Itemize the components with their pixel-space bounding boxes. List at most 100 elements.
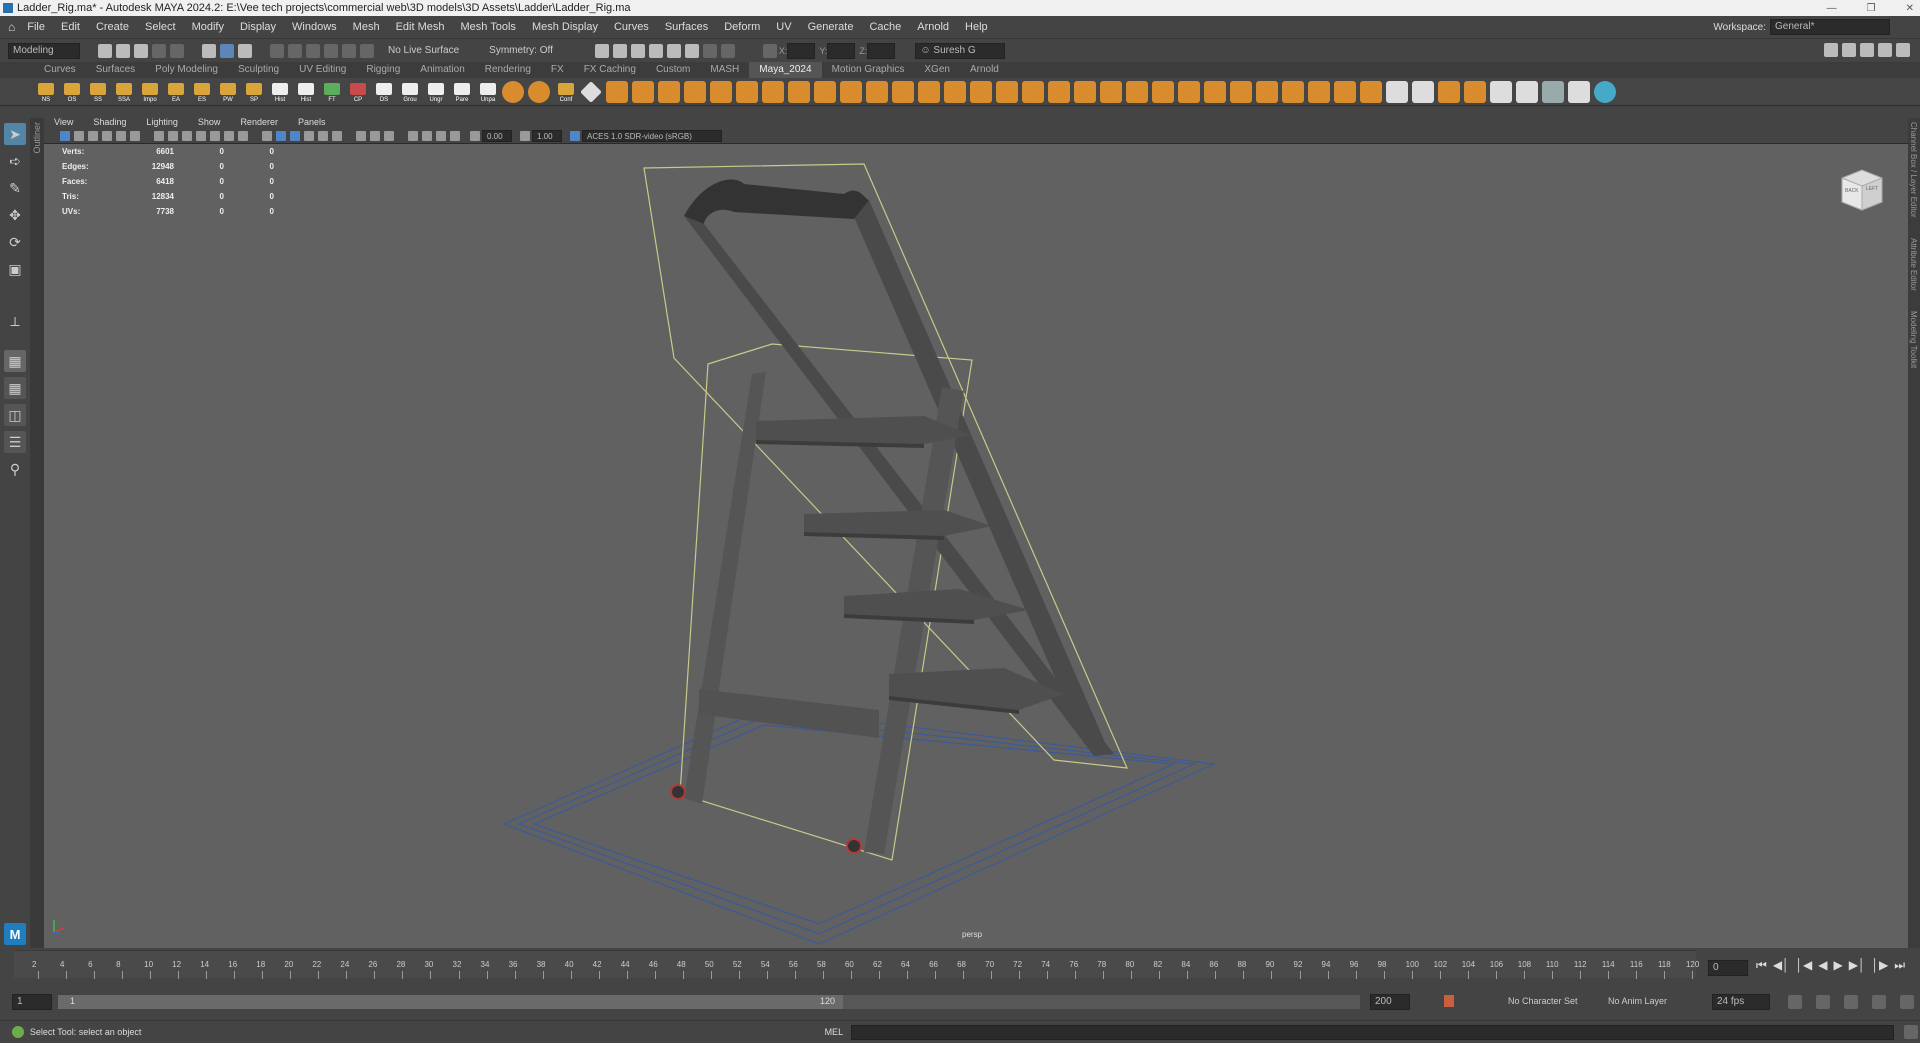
render-icon[interactable]: [594, 43, 609, 58]
shelf-button-es[interactable]: ES: [190, 80, 214, 104]
outliner-side-tab[interactable]: Outliner: [30, 118, 44, 948]
script-editor-icon[interactable]: [1904, 1025, 1919, 1039]
multi-cut-icon[interactable]: [866, 80, 888, 103]
lattice-icon[interactable]: [1282, 80, 1304, 103]
shelf-button-conf[interactable]: Conf: [554, 80, 578, 104]
anti-aliasing-icon[interactable]: [384, 131, 394, 141]
pause-ipr-icon[interactable]: [720, 43, 735, 58]
squash-deformer-icon[interactable]: [1360, 80, 1382, 103]
shelf-button-sp[interactable]: SP: [242, 80, 266, 104]
anim-layer-dropdown[interactable]: No Anim Layer: [1608, 996, 1667, 1006]
key-icon[interactable]: [1872, 995, 1886, 1009]
soccer-ball-icon[interactable]: [1100, 80, 1122, 103]
smooth-tool-icon[interactable]: [840, 80, 862, 103]
move-tool-icon[interactable]: ✥: [4, 204, 26, 226]
gamma-field[interactable]: 1.00: [532, 130, 562, 142]
range-bar[interactable]: 1 120: [58, 995, 1360, 1009]
select-camera-icon[interactable]: [60, 131, 70, 141]
menu-file[interactable]: File: [19, 16, 53, 38]
select-tool-icon[interactable]: ➤: [4, 123, 26, 145]
snap-grid-icon[interactable]: [270, 43, 284, 58]
xray-joints-icon[interactable]: [436, 131, 446, 141]
menu-modify[interactable]: Modify: [184, 16, 232, 38]
twist-deformer-icon[interactable]: [1230, 80, 1252, 103]
menu-cache[interactable]: Cache: [861, 16, 909, 38]
cylinder-tool-icon[interactable]: [918, 80, 940, 103]
backface-culling-icon[interactable]: [450, 131, 460, 141]
menu-edit[interactable]: Edit: [53, 16, 88, 38]
shelf-button-ungr[interactable]: Ungr: [424, 80, 448, 104]
step-back-key-button[interactable]: ◀│: [1773, 958, 1790, 973]
y-field[interactable]: [827, 42, 856, 59]
menu-select[interactable]: Select: [137, 16, 184, 38]
flare-deformer-icon[interactable]: [1256, 80, 1278, 103]
menu-arnold[interactable]: Arnold: [909, 16, 957, 38]
layer-editor-icon[interactable]: [1896, 43, 1910, 57]
bridge-tool-icon[interactable]: [658, 80, 680, 103]
shelf-button-ns[interactable]: NS: [34, 80, 58, 104]
isolate-select-icon[interactable]: [408, 131, 418, 141]
shelf-button-grou[interactable]: Grou: [398, 80, 422, 104]
panel-menu-renderer[interactable]: Renderer: [230, 115, 288, 129]
mel-command-input[interactable]: [851, 1024, 1895, 1040]
current-frame-field[interactable]: 0: [1708, 960, 1748, 976]
pyramid-tool-icon[interactable]: [1022, 80, 1044, 103]
shelf-tab-uv-editing[interactable]: UV Editing: [289, 62, 356, 78]
play-backwards-button[interactable]: ◀: [1818, 958, 1827, 973]
arnold-render-icon[interactable]: [684, 43, 699, 58]
wireframe-on-shaded-icon[interactable]: [290, 131, 300, 141]
bookmarks-icon[interactable]: [88, 131, 98, 141]
shelf-tab-surfaces[interactable]: Surfaces: [86, 62, 145, 78]
fps-dropdown[interactable]: 24 fps: [1712, 994, 1770, 1010]
snap-point-icon[interactable]: [306, 43, 320, 58]
time-slider[interactable]: 2 4 6 8 10 12 14 16 18 20 22 24 26 28 30 32 34 36 38 40 42 44…: [0, 948, 1920, 984]
shelf-button-cp[interactable]: CP: [346, 80, 370, 104]
undo-icon[interactable]: [152, 43, 166, 58]
shelf-tab-sculpting[interactable]: Sculpting: [228, 62, 289, 78]
redo-icon[interactable]: [170, 43, 184, 58]
play-forwards-button[interactable]: ▶: [1834, 958, 1843, 973]
safe-action-icon[interactable]: [224, 131, 234, 141]
two-d-pan-zoom-icon[interactable]: [116, 131, 126, 141]
shadows-icon[interactable]: [332, 131, 342, 141]
channel-box-icon[interactable]: [1878, 43, 1892, 57]
panel-menu-panels[interactable]: Panels: [288, 115, 336, 129]
plane-tool-icon[interactable]: [996, 80, 1018, 103]
rotate-tool-icon[interactable]: ⟳: [4, 231, 26, 253]
pipe-tool-icon[interactable]: [1074, 80, 1096, 103]
arnold-ipr-icon[interactable]: [702, 43, 717, 58]
skin-bind-icon[interactable]: [1490, 80, 1512, 103]
extrude-tool-icon[interactable]: [710, 80, 732, 103]
shelf-tab-fx-caching[interactable]: FX Caching: [574, 62, 646, 78]
shelf-button-ds[interactable]: DS: [372, 80, 396, 104]
menu-windows[interactable]: Windows: [284, 16, 345, 38]
close-button[interactable]: ✕: [1906, 3, 1914, 14]
checker-icon[interactable]: [1568, 80, 1590, 103]
step-forward-key-button[interactable]: │▶: [1871, 958, 1888, 973]
insert-edge-loop-icon[interactable]: [892, 80, 914, 103]
wireframe-icon[interactable]: [262, 131, 272, 141]
range-end-field[interactable]: 200: [1370, 994, 1410, 1010]
render-settings-icon[interactable]: [630, 43, 645, 58]
snap-view-plane-icon[interactable]: [324, 43, 338, 58]
shelf-button-impo[interactable]: Impo: [138, 80, 162, 104]
cache-playback-icon[interactable]: [1816, 995, 1830, 1009]
open-scene-icon[interactable]: [116, 43, 130, 58]
sine-deformer-icon[interactable]: [1334, 80, 1356, 103]
snap-curve-icon[interactable]: [288, 43, 302, 58]
shelf-tab-xgen[interactable]: XGen: [914, 62, 960, 78]
character-set-dropdown[interactable]: No Character Set: [1508, 996, 1578, 1006]
shelf-button-unpa[interactable]: Unpa: [476, 80, 500, 104]
symmetry-label[interactable]: Symmetry: Off: [489, 45, 553, 56]
gate-mask-icon[interactable]: [196, 131, 206, 141]
safe-title-icon[interactable]: [238, 131, 248, 141]
modeling-toolkit-tab[interactable]: Modeling Toolkit: [1909, 311, 1918, 368]
tool-settings-icon[interactable]: [1860, 43, 1874, 57]
sound-icon[interactable]: [1844, 995, 1858, 1009]
menu-generate[interactable]: Generate: [800, 16, 862, 38]
grease-pencil-icon[interactable]: [130, 131, 140, 141]
shelf-button-pw[interactable]: PW: [216, 80, 240, 104]
shelf-button-hist-1[interactable]: Hist: [268, 80, 292, 104]
shelf-button-ea[interactable]: EA: [164, 80, 188, 104]
field-chart-icon[interactable]: [210, 131, 220, 141]
